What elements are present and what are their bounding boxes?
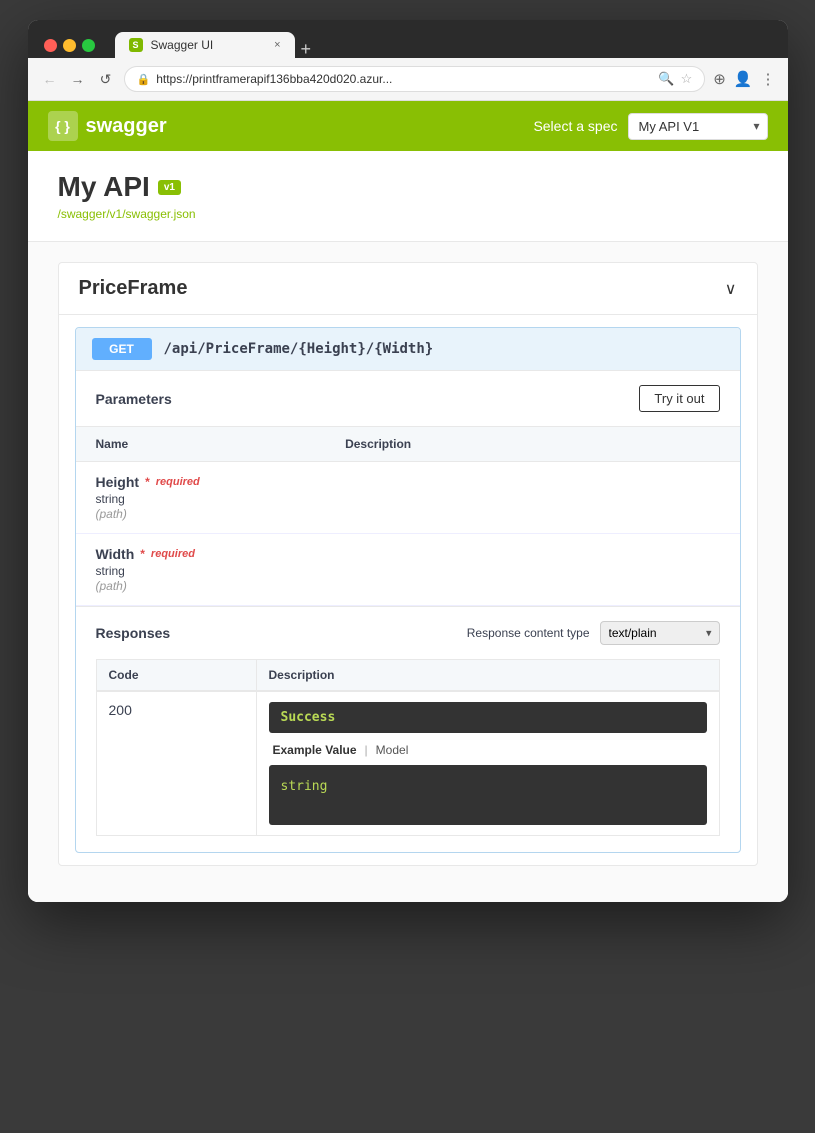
content-type-select-wrap[interactable]: text/plain xyxy=(600,621,720,645)
width-location: (path) xyxy=(96,579,346,593)
spec-dropdown-wrap[interactable]: My API V1 xyxy=(628,113,768,140)
tab-favicon: S xyxy=(129,38,143,52)
resp-success-text: Success xyxy=(269,702,707,733)
param-row-width: Width * required string (path) xyxy=(76,534,740,606)
section-title: PriceFrame xyxy=(79,277,188,300)
swagger-header: { } swagger Select a spec My API V1 xyxy=(28,101,788,151)
endpoint-path: /api/PriceFrame/{Height}/{Width} xyxy=(164,341,434,357)
api-title-text: My API xyxy=(58,171,150,203)
param-desc-col-width xyxy=(345,546,719,593)
toolbar-icons: ⊕ 👤 ⋮ xyxy=(713,70,775,88)
params-title: Parameters xyxy=(96,391,172,407)
lock-icon: 🔒 xyxy=(137,73,151,86)
more-options-icon[interactable]: ⋮ xyxy=(761,70,776,88)
width-required-label: required xyxy=(151,548,195,560)
swagger-logo-icon: { } xyxy=(48,111,78,141)
try-it-out-button[interactable]: Try it out xyxy=(639,385,719,412)
api-info: My API v1 /swagger/v1/swagger.json xyxy=(28,151,788,242)
param-name-col-width: Width * required string (path) xyxy=(96,546,346,593)
width-type: string xyxy=(96,564,346,578)
extensions-icon[interactable]: ⊕ xyxy=(713,70,726,88)
col-desc-header: Description xyxy=(345,437,719,451)
bookmark-icon: ☆ xyxy=(681,71,693,87)
responses-header: Responses Response content type text/pla… xyxy=(76,607,740,659)
responses-title: Responses xyxy=(96,625,171,641)
tab-close-button[interactable]: × xyxy=(274,39,280,51)
example-value-tab[interactable]: Example Value xyxy=(269,743,361,757)
back-button[interactable]: ← xyxy=(40,69,60,89)
version-badge: v1 xyxy=(158,180,181,195)
browser-titlebar: S Swagger UI × + xyxy=(28,20,788,58)
example-value-tabs: Example Value | Model xyxy=(269,743,707,757)
section-header[interactable]: PriceFrame ∨ xyxy=(59,263,757,315)
width-required-star: * xyxy=(140,547,145,561)
swagger-main: PriceFrame ∨ GET /api/PriceFrame/{Height… xyxy=(28,242,788,902)
resp-header-desc: Description xyxy=(257,660,719,690)
resp-header-code: Code xyxy=(97,660,257,690)
section-chevron-icon: ∨ xyxy=(725,279,737,299)
endpoint-get: GET /api/PriceFrame/{Height}/{Width} Par… xyxy=(75,327,741,853)
active-tab[interactable]: S Swagger UI × xyxy=(115,32,295,58)
maximize-window-button[interactable] xyxy=(82,39,95,52)
params-table-header: Name Description xyxy=(76,427,740,462)
example-code-block: string xyxy=(269,765,707,825)
spec-selector: Select a spec My API V1 xyxy=(533,113,767,140)
param-row-height: Height * required string (path) xyxy=(76,462,740,534)
forward-button[interactable]: → xyxy=(68,69,88,89)
response-table-header: Code Description xyxy=(97,660,719,691)
spec-label: Select a spec xyxy=(533,118,617,134)
swagger-content: { } swagger Select a spec My API V1 My A… xyxy=(28,101,788,902)
param-name-height: Height * required xyxy=(96,474,346,490)
response-row-200: 200 Success Example Value | Model xyxy=(97,691,719,835)
refresh-button[interactable]: ↺ xyxy=(96,69,116,89)
swagger-logo: { } swagger xyxy=(48,111,167,141)
params-table: Name Description Height * required xyxy=(76,426,740,606)
height-type: string xyxy=(96,492,346,506)
profile-icon[interactable]: 👤 xyxy=(734,70,753,88)
height-required-label: required xyxy=(156,476,200,488)
param-desc-col-height xyxy=(345,474,719,521)
spec-dropdown[interactable]: My API V1 xyxy=(628,113,768,140)
url-text: https://printframerapif136bba420d020.azu… xyxy=(156,72,652,86)
swagger-logo-text: swagger xyxy=(86,115,167,138)
new-tab-button[interactable]: + xyxy=(301,40,312,58)
content-type-wrap: Response content type text/plain xyxy=(467,621,720,645)
endpoint-body: Parameters Try it out Name Description xyxy=(76,370,740,836)
tab-separator: | xyxy=(365,743,368,757)
response-table: Code Description 200 Success Example Val… xyxy=(96,659,720,836)
param-name-width: Width * required xyxy=(96,546,346,562)
traffic-lights xyxy=(44,39,95,52)
content-type-label: Response content type xyxy=(467,626,590,640)
model-tab[interactable]: Model xyxy=(372,743,413,757)
resp-code-200: 200 xyxy=(97,692,257,835)
search-icon: 🔍 xyxy=(658,71,674,87)
height-location: (path) xyxy=(96,507,346,521)
col-name-header: Name xyxy=(96,437,346,451)
params-header: Parameters Try it out xyxy=(76,370,740,426)
method-badge: GET xyxy=(92,338,152,360)
close-window-button[interactable] xyxy=(44,39,57,52)
height-required-star: * xyxy=(145,475,150,489)
resp-desc-200: Success Example Value | Model string xyxy=(257,692,719,835)
tab-title: Swagger UI xyxy=(151,38,214,52)
minimize-window-button[interactable] xyxy=(63,39,76,52)
responses-section: Responses Response content type text/pla… xyxy=(76,606,740,836)
api-json-link[interactable]: /swagger/v1/swagger.json xyxy=(58,207,758,221)
api-title-row: My API v1 xyxy=(58,171,758,203)
width-param-name: Width xyxy=(96,546,135,562)
address-bar[interactable]: 🔒 https://printframerapif136bba420d020.a… xyxy=(124,66,706,92)
api-section-priceframe: PriceFrame ∨ GET /api/PriceFrame/{Height… xyxy=(58,262,758,866)
height-param-name: Height xyxy=(96,474,140,490)
tabs-bar: S Swagger UI × + xyxy=(115,32,772,58)
content-type-select[interactable]: text/plain xyxy=(600,621,720,645)
browser-toolbar: ← → ↺ 🔒 https://printframerapif136bba420… xyxy=(28,58,788,101)
endpoint-header[interactable]: GET /api/PriceFrame/{Height}/{Width} xyxy=(76,328,740,370)
param-name-col-height: Height * required string (path) xyxy=(96,474,346,521)
